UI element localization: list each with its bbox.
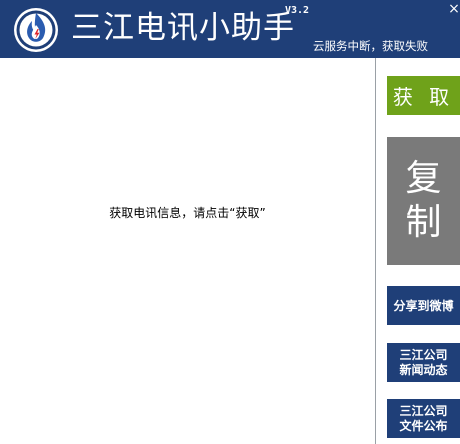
company-docs-label-line2: 文件公布: [399, 418, 448, 433]
company-docs-button[interactable]: 三江公司 文件公布: [387, 399, 460, 438]
copy-button-label-line1: 复: [405, 158, 442, 199]
company-news-label-line1: 三江公司: [399, 347, 448, 362]
company-news-label-line2: 新闻动态: [399, 362, 448, 377]
copy-button[interactable]: 复 制: [387, 137, 460, 265]
company-docs-label-line1: 三江公司: [399, 403, 448, 418]
version-label: V3.2: [285, 5, 310, 16]
app-title: 三江电讯小助手: [71, 10, 295, 46]
copy-button-label-line2: 制: [405, 202, 442, 243]
status-message: 云服务中断，获取失败: [313, 39, 428, 53]
company-news-button[interactable]: 三江公司 新闻动态: [387, 343, 460, 382]
share-weibo-button[interactable]: 分享到微博: [387, 286, 460, 325]
info-message: 获取电讯信息，请点击“获取”: [109, 206, 266, 220]
flame-emblem-icon: [14, 8, 58, 52]
title-bar: 三江电讯小助手 V3.2 × 云服务中断，获取失败: [0, 0, 460, 58]
panel-divider: [375, 58, 376, 444]
fetch-button[interactable]: 获 取: [387, 76, 460, 115]
info-panel: 获取电讯信息，请点击“获取”: [0, 58, 375, 444]
close-icon[interactable]: ×: [448, 2, 460, 16]
